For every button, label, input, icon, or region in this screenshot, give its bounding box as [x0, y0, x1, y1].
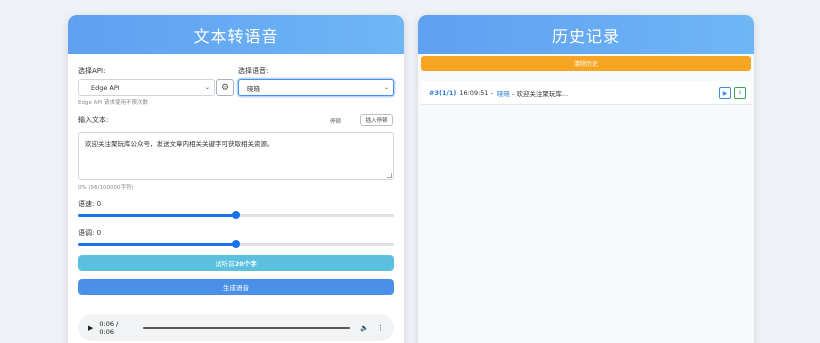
preview-button[interactable]: 试听前 20个字 [78, 255, 394, 271]
speed-label: 语速: 0 [78, 200, 102, 208]
tts-panel: 文本转语音 选择API: Edge API ⌄ ⚙ Edge API 请求使用不… [68, 15, 404, 343]
history-panel-title: 历史记录 [418, 15, 754, 54]
tts-panel-title: 文本转语音 [68, 15, 404, 54]
pitch-slider-fill [78, 243, 236, 246]
generate-button[interactable]: 生成语音 [78, 279, 394, 295]
preview-button-bold: 20个字 [234, 260, 257, 268]
pitch-slider[interactable] [78, 240, 394, 248]
text-input-value: 欢迎关注聚玩库公众号，发送文章内相关关键字可获取相关资源。 [85, 140, 274, 148]
history-item-separator: - [490, 88, 493, 97]
api-label: 选择API: [78, 67, 106, 75]
char-count: 0% (56/100000字符) [78, 185, 134, 191]
more-vertical-icon[interactable]: ⋮ [377, 324, 384, 332]
download-icon: ⭳ [738, 89, 742, 96]
history-item-text: - 欢迎关注聚玩库... [511, 89, 569, 98]
preview-button-prefix: 试听前 [215, 260, 235, 268]
pitch-slider-thumb[interactable] [232, 240, 240, 248]
audio-player: ▶ 0:06 / 0:06 🔈 ⋮ [78, 314, 394, 341]
voice-select-value: 晓晓 [247, 84, 260, 93]
speed-slider[interactable] [78, 211, 394, 219]
volume-icon[interactable]: 🔈 [360, 324, 369, 332]
speed-slider-thumb[interactable] [232, 211, 240, 219]
api-hint: Edge API 请求使用不限次数 [78, 100, 149, 106]
history-item-time: 16:09:51 [459, 88, 489, 97]
voice-select[interactable]: 晓晓 ⌄ [238, 79, 394, 96]
gear-icon: ⚙ [220, 82, 230, 93]
chevron-down-icon: ⌄ [383, 84, 389, 91]
play-icon: ▶ [722, 89, 728, 97]
text-label: 输入文本: [78, 116, 109, 124]
history-item-voice: 晓晓 [496, 89, 510, 98]
play-icon[interactable]: ▶ [88, 324, 93, 332]
api-select[interactable]: Edge API ⌄ [78, 79, 215, 96]
clear-history-button[interactable]: 清除历史 [421, 56, 751, 71]
chevron-down-icon: ⌄ [204, 84, 210, 91]
resize-handle-icon[interactable] [387, 173, 392, 178]
voice-label: 选择语音: [238, 67, 269, 75]
history-item: #3(1/1) 16:09:51 - 晓晓 - 欢迎关注聚玩库... ▶ ⭳ [421, 81, 751, 105]
text-input[interactable]: 欢迎关注聚玩库公众号，发送文章内相关关键字可获取相关资源。 [78, 132, 394, 180]
history-panel: 历史记录 清除历史 #3(1/1) 16:09:51 - 晓晓 - 欢迎关注聚玩… [418, 15, 754, 343]
speed-slider-fill [78, 214, 236, 217]
history-item-index: #3(1/1) [429, 88, 457, 97]
history-play-button[interactable]: ▶ [719, 87, 731, 99]
audio-progress-bar[interactable] [142, 326, 351, 329]
api-select-value: Edge API [91, 83, 120, 92]
history-download-button[interactable]: ⭳ [734, 87, 746, 99]
pitch-label: 语调: 0 [78, 229, 102, 237]
audio-time: 0:06 / 0:06 [99, 319, 119, 336]
insert-pause-button[interactable]: 插入停顿 [360, 114, 393, 126]
api-settings-button[interactable]: ⚙ [216, 79, 234, 96]
pause-label: 停顿 [330, 119, 342, 125]
